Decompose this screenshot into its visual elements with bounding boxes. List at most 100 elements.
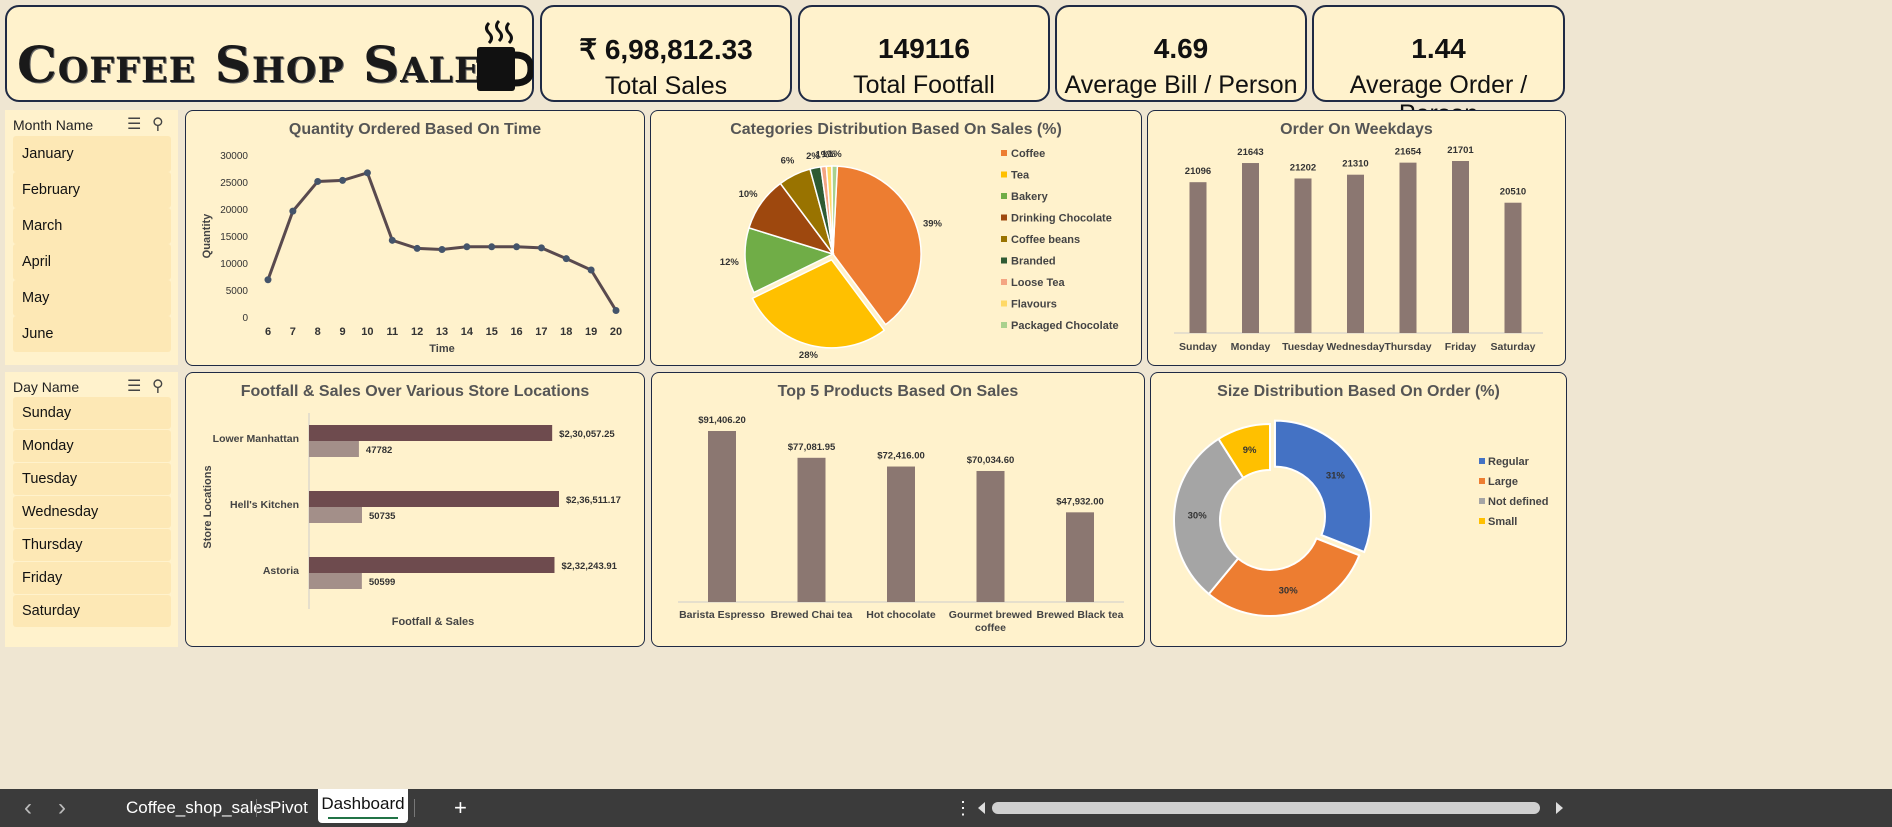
legend-swatch [1001,300,1007,307]
sales-bar [309,557,555,573]
slicer-item-day[interactable]: Saturday [13,595,171,627]
sheet-tab-dashboard-active[interactable]: Dashboard [318,789,408,823]
x-tick-label: Wednesday [1326,341,1384,353]
slicer-item-month[interactable]: January [13,136,171,172]
legend-label: Packaged Chocolate [1011,320,1119,332]
legend-swatch [1001,150,1007,156]
bar-data-label: 21096 [1185,166,1211,177]
legend-label: Branded [1011,256,1056,268]
x-tick-label: Sunday [1179,341,1217,353]
sheet-tab-coffee-shop-sales[interactable]: Coffee_shop_sales [126,789,271,827]
data-point [488,243,496,251]
kpi-value: 149116 [878,33,970,64]
size-donut-chart: Size Distribution Based On Order (%) 31%… [1150,372,1567,647]
active-tab-underline [328,817,398,819]
data-point [587,266,595,274]
legend-label: Loose Tea [1011,277,1065,289]
x-tick-label: 13 [436,326,448,338]
slicer-item-day[interactable]: Tuesday [13,463,171,495]
legend-swatch [1479,518,1485,524]
slicer-item-day[interactable]: Monday [13,430,171,462]
kpi-value: 4.69 [1153,33,1209,64]
pie-data-label: 28% [799,350,819,361]
y-tick-label: Hell's Kitchen [230,499,299,511]
slicer-item-month[interactable]: June [13,316,171,352]
legend-label: Tea [1011,170,1030,182]
data-point [339,176,347,184]
x-tick-label: 17 [535,326,547,338]
kpi-label: Total Sales [604,72,728,100]
slicer-item-day[interactable]: Thursday [13,529,171,561]
prev-sheet-button[interactable]: ‹ [24,789,32,827]
legend-swatch [1001,322,1007,328]
legend-label: Drinking Chocolate [1011,213,1112,225]
kpi-average-order: 1.44 Average Order / Person [1312,5,1565,128]
sales-data-label: $2,32,243.91 [561,561,617,572]
scroll-left-arrow-icon[interactable] [978,802,985,814]
quantity-time-chart: Quantity Ordered Based On Time 0 5000 1000… [185,110,645,366]
next-sheet-button[interactable]: › [58,789,66,827]
month-slicer: Month Name ☰ ⚲ January February March Ap… [5,110,178,365]
legend-label: Large [1488,476,1518,488]
y-tick-label: 25000 [220,178,248,189]
y-tick-label: 10000 [220,259,248,270]
weekday-bar [1189,182,1207,333]
y-tick-label: 0 [242,313,248,324]
clear-filter-icon[interactable]: ⚲ [152,114,164,134]
title-panel: Coffee Shop Sales [5,5,534,102]
more-options-icon[interactable]: ⋮ [954,789,972,827]
slicer-item-month[interactable]: March [13,208,171,244]
y-tick-label: Astoria [263,565,299,577]
x-tick-label: Saturday [1491,341,1536,353]
data-point [289,207,297,215]
x-tick-label: Gourmet brewed [949,609,1032,621]
sheet-tab-pivot[interactable]: Pivot [270,789,308,827]
data-point [388,236,396,244]
store-locations-chart: Footfall & Sales Over Various Store Loca… [185,372,645,647]
data-point [438,246,446,253]
legend-swatch [1001,193,1007,199]
slicer-item-day[interactable]: Wednesday [13,496,171,528]
pie-data-label: 6% [781,155,795,166]
multi-select-icon[interactable]: ☰ [127,376,141,396]
slicer-item-month[interactable]: February [13,172,171,208]
data-point [413,244,421,252]
product-bar [887,466,915,602]
x-tick-label: 14 [461,326,474,338]
coffee-mug-icon [477,19,533,91]
horizontal-scrollbar[interactable] [992,802,1540,814]
slicer-item-day[interactable]: Friday [13,562,171,594]
bar-data-label: $77,081.95 [788,442,836,453]
data-point [513,243,521,251]
x-tick-label: 6 [265,326,271,338]
y-tick-label: 20000 [220,205,248,216]
slicer-item-day[interactable]: Sunday [13,397,171,429]
top-products-chart: Top 5 Products Based On Sales $91,406.20… [651,372,1145,647]
data-point [537,244,545,252]
x-tick-label: 19 [585,326,597,338]
pie-data-label: 12% [720,257,740,268]
clear-filter-icon[interactable]: ⚲ [152,376,164,396]
kpi-total-sales: ₹ 6,98,812.33 Total Sales [540,5,792,102]
legend-swatch [1001,279,1007,285]
sales-bar [309,425,553,441]
y-tick-label: 5000 [226,286,249,297]
donut-data-label: 9% [1243,445,1257,456]
weekday-orders-chart: Order On Weekdays 21096 Sunday 21643 Monday… [1147,110,1566,366]
donut-data-label: 30% [1279,586,1299,597]
slicer-item-month[interactable]: May [13,280,171,316]
multi-select-icon[interactable]: ☰ [127,114,141,134]
x-tick-label: coffee [975,622,1006,634]
add-sheet-button[interactable]: + [454,789,467,827]
scroll-right-arrow-icon[interactable] [1556,802,1563,814]
sales-data-label: $2,36,511.17 [566,495,621,506]
bar-data-label: $47,932.00 [1056,496,1104,507]
slicer-header: Month Name [13,117,94,133]
slicer-item-month[interactable]: April [13,244,171,280]
products-bar-svg: $91,406.20 Barista Espresso $77,081.95 Brew… [678,415,1124,634]
legend-swatch [1479,478,1485,484]
x-tick-label: 8 [315,326,321,338]
data-point [363,169,371,177]
x-axis-title: Time [429,343,454,355]
pie-data-label: 1% [828,149,842,160]
